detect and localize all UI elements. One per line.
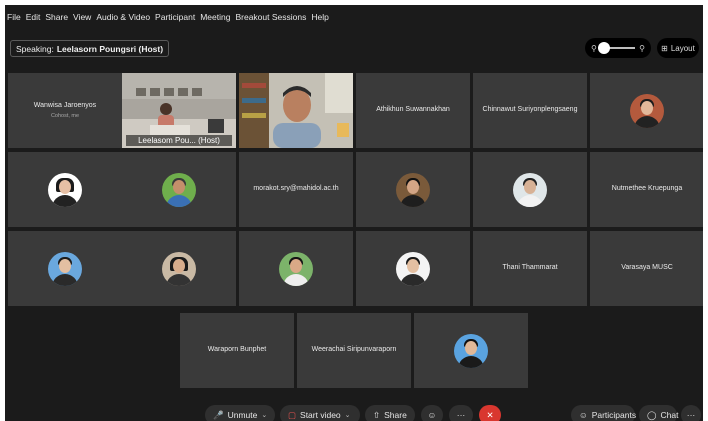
zoom-out-icon[interactable]: ⚲ xyxy=(591,44,597,53)
meeting-controls: 🎤 Unmute ⌄ ▢ Start video ⌄ ⇧ Share ☺ ···… xyxy=(5,401,703,421)
more-icon: ··· xyxy=(686,410,696,420)
host-video-label: Leelasom Pou... (Host) xyxy=(126,135,232,146)
person-icon: ☺ xyxy=(579,410,588,420)
avatar xyxy=(279,251,313,286)
participant-tile[interactable]: Varasaya MUSC xyxy=(590,231,703,306)
unmute-button[interactable]: 🎤 Unmute ⌄ xyxy=(205,405,275,421)
participant-tile[interactable] xyxy=(8,231,122,306)
layout-label: Layout xyxy=(670,43,695,53)
participant-role: Cohost, me xyxy=(50,112,80,119)
participant-name: Wanwisa Jaroenyos xyxy=(33,102,97,110)
participant-video-feed xyxy=(239,73,353,148)
participant-tile[interactable]: Weerachai Siripunvaraporn xyxy=(297,313,411,388)
avatar xyxy=(162,251,196,286)
participant-tile[interactable] xyxy=(590,73,703,148)
participant-name: Thani Thammarat xyxy=(502,264,558,272)
participant-video-tile-host[interactable]: Leelasom Pou... (Host) xyxy=(122,73,236,148)
participant-name: Athikhun Suwannakhan xyxy=(376,106,450,114)
meeting-topbar: Speaking: Leelasorn Poungsri (Host) ⚲ ⚲ … xyxy=(5,35,703,59)
avatar xyxy=(396,251,430,286)
chevron-down-icon[interactable]: ⌄ xyxy=(261,411,267,419)
zoom-knob[interactable] xyxy=(598,42,611,54)
chat-label: Chat xyxy=(660,410,679,420)
participant-tile[interactable] xyxy=(414,313,528,388)
participant-tile[interactable]: Thani Thammarat xyxy=(473,231,587,306)
zoom-slider[interactable]: ⚲ ⚲ xyxy=(585,38,651,58)
participant-tile[interactable]: Waraporn Bunphet xyxy=(180,313,294,388)
start-video-label: Start video xyxy=(300,410,341,420)
microphone-muted-icon: 🎤 xyxy=(213,409,224,420)
more-options-button[interactable]: ··· xyxy=(449,405,473,421)
participant-tile[interactable] xyxy=(356,231,470,306)
participant-name: Varasaya MUSC xyxy=(621,264,673,272)
participant-tile[interactable] xyxy=(122,231,236,306)
layout-button[interactable]: ⊞ Layout xyxy=(657,38,699,58)
chevron-down-icon[interactable]: ⌄ xyxy=(345,411,351,419)
participant-name: Weerachai Siripunvaraporn xyxy=(311,346,397,354)
participant-tile[interactable]: Athikhun Suwannakhan xyxy=(356,73,470,148)
menu-meeting[interactable]: Meeting xyxy=(200,12,230,22)
avatar xyxy=(454,333,488,368)
participant-tile[interactable] xyxy=(122,152,236,227)
participant-tile[interactable]: Chinnawut Suriyonplengsaeng xyxy=(473,73,587,148)
close-icon: ✕ xyxy=(486,409,494,420)
leave-meeting-button[interactable]: ✕ xyxy=(479,405,501,421)
speaking-prefix: Speaking: xyxy=(16,43,54,54)
participant-tile[interactable] xyxy=(239,231,353,306)
zoom-track[interactable] xyxy=(598,42,636,54)
menu-file[interactable]: File xyxy=(7,12,21,22)
menu-share[interactable]: Share xyxy=(45,12,68,22)
chat-button[interactable]: ◯ Chat xyxy=(639,405,679,421)
overflow-menu-button[interactable]: ··· xyxy=(681,405,701,421)
menu-audio-video[interactable]: Audio & Video xyxy=(96,12,150,22)
menu-view[interactable]: View xyxy=(73,12,91,22)
start-video-button[interactable]: ▢ Start video ⌄ xyxy=(280,405,360,421)
participant-tile[interactable] xyxy=(473,152,587,227)
smiley-icon: ☺ xyxy=(427,410,437,420)
reactions-button[interactable]: ☺ xyxy=(421,405,443,421)
participant-name: Nutmethee Kruepunga xyxy=(611,185,683,193)
participant-tile[interactable]: Wanwisa Jaroenyos Cohost, me xyxy=(8,73,122,148)
share-label: Share xyxy=(384,410,407,420)
menu-bar: File Edit Share View Audio & Video Parti… xyxy=(5,5,703,29)
grid-icon: ⊞ xyxy=(661,43,668,53)
avatar xyxy=(513,172,547,207)
menu-breakout-sessions[interactable]: Breakout Sessions xyxy=(235,12,306,22)
participant-name: Waraporn Bunphet xyxy=(207,346,267,354)
menu-edit[interactable]: Edit xyxy=(26,12,41,22)
speaking-indicator: Speaking: Leelasorn Poungsri (Host) xyxy=(10,40,170,57)
video-off-icon: ▢ xyxy=(288,409,297,420)
share-button[interactable]: ⇧ Share xyxy=(365,405,415,421)
menu-participant[interactable]: Participant xyxy=(155,12,195,22)
participants-button[interactable]: ☺ Participants xyxy=(571,405,637,421)
zoom-in-icon[interactable]: ⚲ xyxy=(639,44,645,53)
participant-video-tile[interactable] xyxy=(239,73,353,148)
more-icon: ··· xyxy=(456,410,466,420)
participant-name: Chinnawut Suriyonplengsaeng xyxy=(482,106,578,114)
participant-tile[interactable] xyxy=(356,152,470,227)
chat-icon: ◯ xyxy=(647,409,657,420)
avatar xyxy=(48,172,82,207)
participant-tile[interactable] xyxy=(8,152,122,227)
share-icon: ⇧ xyxy=(373,409,381,420)
avatar xyxy=(630,93,664,128)
unmute-label: Unmute xyxy=(227,410,258,420)
webex-window: File Edit Share View Audio & Video Parti… xyxy=(5,5,703,421)
avatar xyxy=(48,251,82,286)
participant-tile[interactable]: Nutmethee Kruepunga xyxy=(590,152,703,227)
speaking-name: Leelasorn Poungsri (Host) xyxy=(56,43,164,54)
participant-tile[interactable]: morakot.sry@mahidol.ac.th xyxy=(239,152,353,227)
participants-label: Participants xyxy=(591,410,637,420)
avatar xyxy=(396,172,430,207)
participant-name: morakot.sry@mahidol.ac.th xyxy=(253,185,339,193)
menu-help[interactable]: Help xyxy=(311,12,328,22)
avatar xyxy=(162,172,196,207)
